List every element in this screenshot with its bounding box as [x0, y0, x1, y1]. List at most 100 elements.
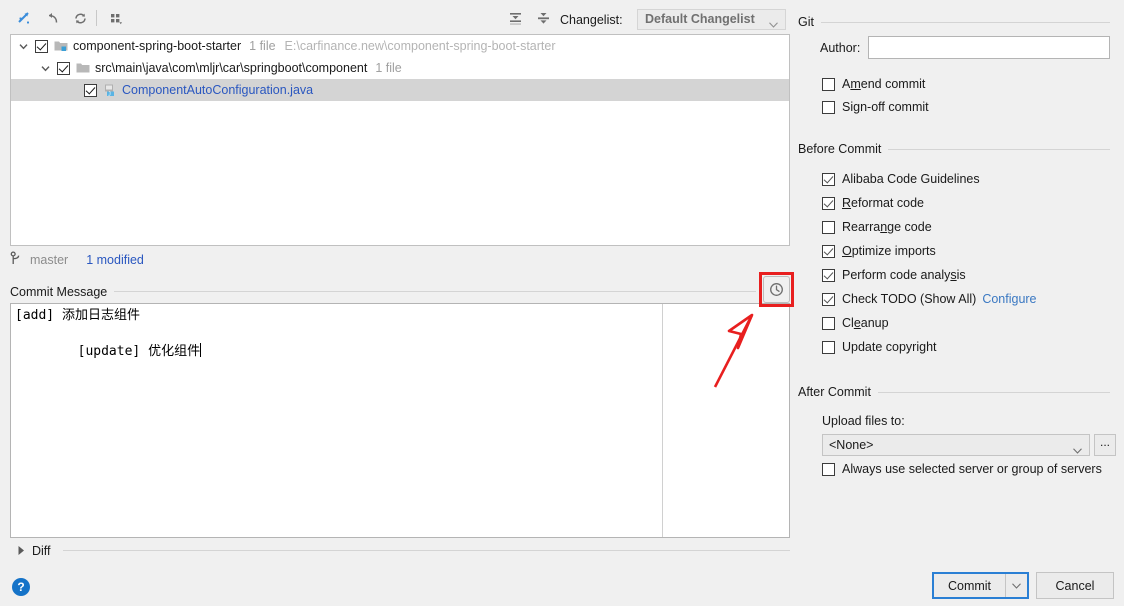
- diff-section-title: Diff: [32, 544, 58, 558]
- table-row[interactable]: J ComponentAutoConfiguration.java: [11, 79, 789, 101]
- svg-text:J: J: [108, 91, 111, 97]
- commit-button-label[interactable]: Commit: [934, 574, 1006, 597]
- expand-all-icon[interactable]: [505, 8, 525, 28]
- always-use-server-label: Always use selected server or group of s…: [842, 462, 1102, 476]
- update-copyright-label: Update copyright: [842, 340, 937, 354]
- group-by-icon[interactable]: [106, 8, 126, 28]
- sign-off-commit-label: Sign-off commit: [842, 100, 929, 114]
- sign-off-commit-checkbox[interactable]: Sign-off commit: [822, 100, 929, 114]
- commit-message-line-2: [update] 优化组件: [78, 344, 200, 359]
- tree-node-label: component-spring-boot-starter: [73, 39, 241, 53]
- upload-files-label: Upload files to:: [822, 414, 905, 428]
- checkbox-box[interactable]: [822, 197, 835, 210]
- cleanup-label: Cleanup: [842, 316, 889, 330]
- changed-files-tree[interactable]: component-spring-boot-starter 1 file E:\…: [10, 34, 790, 246]
- upload-server-dropdown[interactable]: <None>: [822, 434, 1090, 456]
- checkbox-box[interactable]: [822, 173, 835, 186]
- commit-dropdown-arrow-icon[interactable]: [1006, 574, 1027, 597]
- always-use-server-checkbox[interactable]: Always use selected server or group of s…: [822, 462, 1102, 476]
- chevron-down-icon: [1073, 443, 1082, 457]
- commit-message-line-1: [add] 添加日志组件: [15, 307, 140, 325]
- tree-twisty-expanded-icon[interactable]: [17, 40, 30, 53]
- optimize-imports-checkbox[interactable]: Optimize imports: [822, 244, 936, 258]
- amend-commit-checkbox[interactable]: Amend commit: [822, 77, 925, 91]
- java-file-icon: J: [102, 82, 118, 98]
- check-todo-label: Check TODO (Show All): [842, 292, 976, 306]
- vcs-status-line: master 1 modified: [10, 250, 144, 270]
- changelist-dropdown[interactable]: Default Changelist: [637, 9, 786, 30]
- collapse-all-icon[interactable]: [533, 8, 553, 28]
- tree-node-filecount: 1 file: [249, 39, 275, 53]
- reformat-code-checkbox[interactable]: Reformat code: [822, 196, 924, 210]
- checkbox-box[interactable]: [822, 317, 835, 330]
- help-icon[interactable]: ?: [12, 578, 30, 596]
- checkbox-box[interactable]: [822, 101, 835, 114]
- text-caret: [200, 343, 201, 357]
- diff-section-rule: [63, 550, 790, 551]
- before-commit-title: Before Commit: [798, 142, 888, 156]
- tree-row-checkbox[interactable]: [57, 62, 70, 75]
- check-todo-checkbox[interactable]: Check TODO (Show All) Configure: [822, 292, 1037, 306]
- checkbox-box[interactable]: [822, 341, 835, 354]
- author-label: Author:: [820, 41, 860, 55]
- commit-message-input[interactable]: [add] 添加日志组件 [update] 优化组件: [10, 303, 790, 538]
- git-section-title: Git: [798, 15, 821, 29]
- after-commit-rule: [878, 392, 1110, 393]
- tree-twisty-expanded-icon[interactable]: [39, 62, 52, 75]
- changes-toolbar: Changelist: Default Changelist: [0, 0, 790, 34]
- toolbar-separator: [96, 10, 97, 26]
- tree-row-checkbox[interactable]: [35, 40, 48, 53]
- tree-node-path: E:\carfinance.new\component-spring-boot-…: [285, 39, 556, 53]
- cancel-button[interactable]: Cancel: [1036, 572, 1114, 599]
- upload-server-value: <None>: [829, 438, 873, 452]
- clock-history-icon[interactable]: [763, 276, 790, 303]
- folder-icon: [75, 60, 91, 76]
- rearrange-code-label: Rearrange code: [842, 220, 932, 234]
- commit-changes-dialog: Changelist: Default Changelist: [0, 0, 1124, 606]
- before-commit-rule: [885, 149, 1110, 150]
- tree-row-checkbox[interactable]: [84, 84, 97, 97]
- move-to-changelist-icon[interactable]: [14, 8, 34, 28]
- table-row[interactable]: component-spring-boot-starter 1 file E:\…: [11, 35, 789, 57]
- git-section-rule: [820, 22, 1110, 23]
- changelist-value: Default Changelist: [645, 12, 755, 26]
- commit-button[interactable]: Commit: [932, 572, 1029, 599]
- module-folder-icon: [53, 38, 69, 54]
- checkbox-box[interactable]: [822, 463, 835, 476]
- table-row[interactable]: src\main\java\com\mljr\car\springboot\co…: [11, 57, 789, 79]
- refresh-icon[interactable]: [70, 8, 90, 28]
- perform-code-analysis-checkbox[interactable]: Perform code analysis: [822, 268, 966, 282]
- tree-node-label[interactable]: ComponentAutoConfiguration.java: [122, 83, 313, 97]
- tree-node-label: src\main\java\com\mljr\car\springboot\co…: [95, 61, 367, 75]
- changelist-label: Changelist:: [560, 13, 623, 27]
- alibaba-code-guidelines-label: Alibaba Code Guidelines: [842, 172, 980, 186]
- cleanup-checkbox[interactable]: Cleanup: [822, 316, 889, 330]
- alibaba-code-guidelines-checkbox[interactable]: Alibaba Code Guidelines: [822, 172, 980, 186]
- checkbox-box[interactable]: [822, 221, 835, 234]
- message-right-margin-divider: [662, 304, 663, 537]
- amend-commit-label: Amend commit: [842, 77, 925, 91]
- author-field[interactable]: [868, 36, 1110, 59]
- left-panel: Changelist: Default Changelist: [0, 0, 790, 606]
- commit-message-rule: [110, 291, 756, 292]
- git-branch-icon: [10, 251, 24, 269]
- checkbox-box[interactable]: [822, 293, 835, 306]
- browse-servers-button[interactable]: ...: [1094, 434, 1116, 456]
- checkbox-box[interactable]: [822, 78, 835, 91]
- configure-link[interactable]: Configure: [982, 292, 1036, 306]
- perform-code-analysis-label: Perform code analysis: [842, 268, 966, 282]
- rollback-icon[interactable]: [42, 8, 62, 28]
- rearrange-code-checkbox[interactable]: Rearrange code: [822, 220, 932, 234]
- right-options-panel: Git Author: Amend commit Sign-off commit…: [790, 0, 1124, 606]
- commit-message-title: Commit Message: [10, 285, 114, 299]
- chevron-down-icon: [769, 17, 778, 31]
- modified-files-count[interactable]: 1 modified: [86, 253, 144, 267]
- diff-expand-triangle-icon[interactable]: [17, 545, 26, 559]
- checkbox-box[interactable]: [822, 269, 835, 282]
- branch-name: master: [30, 253, 68, 267]
- update-copyright-checkbox[interactable]: Update copyright: [822, 340, 937, 354]
- optimize-imports-label: Optimize imports: [842, 244, 936, 258]
- checkbox-box[interactable]: [822, 245, 835, 258]
- tree-node-filecount: 1 file: [375, 61, 401, 75]
- after-commit-title: After Commit: [798, 385, 878, 399]
